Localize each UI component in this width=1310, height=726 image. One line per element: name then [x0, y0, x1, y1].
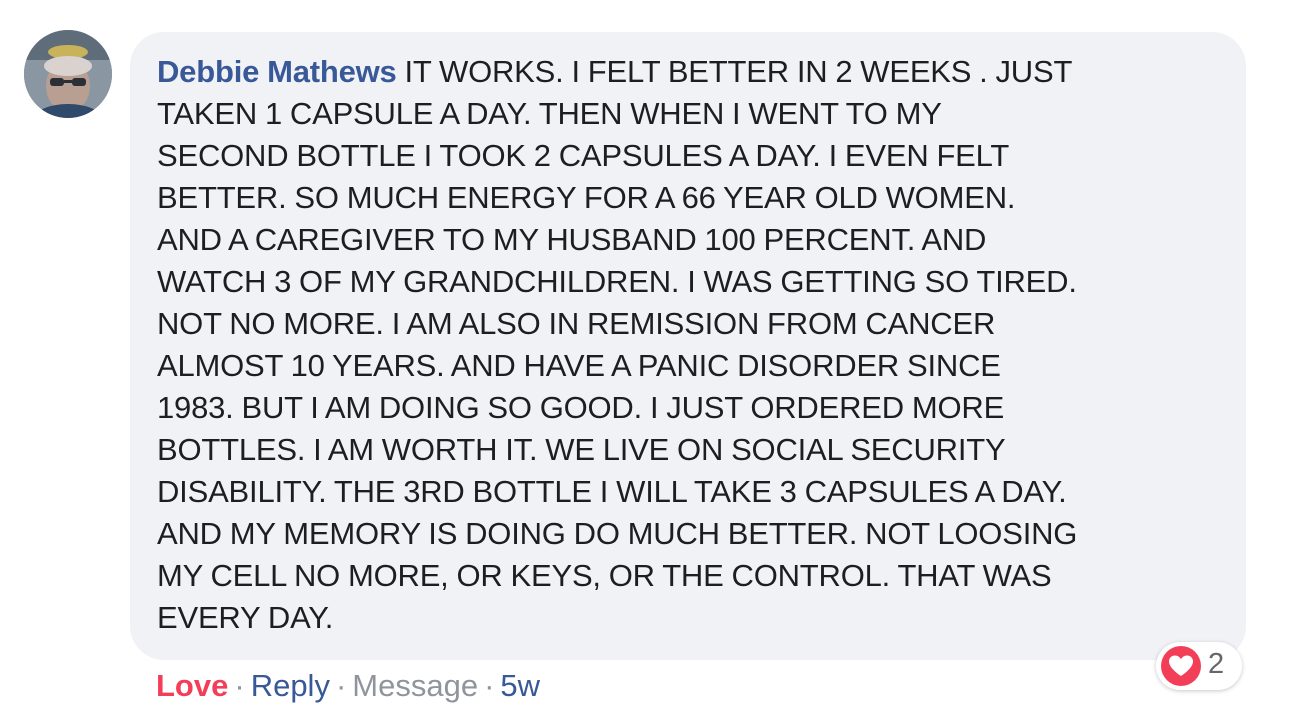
avatar[interactable]: [24, 30, 112, 118]
message-button[interactable]: Message: [352, 668, 478, 703]
comment-text-line: TAKEN 1 CAPSULE A DAY. THEN WHEN I WENT …: [157, 96, 942, 131]
separator-dot: ·: [484, 668, 495, 703]
profile-photo: [24, 30, 112, 118]
comment-timestamp[interactable]: 5w: [500, 668, 540, 703]
reaction-summary[interactable]: 2: [1156, 642, 1242, 690]
comment-text-line: ALMOST 10 YEARS. AND HAVE A PANIC DISORD…: [157, 348, 1001, 383]
separator-dot: ·: [335, 668, 347, 703]
comment-text-line: BOTTLES. I AM WORTH IT. WE LIVE ON SOCIA…: [157, 432, 1006, 467]
comment-text-line: IT WORKS. I FELT BETTER IN 2 WEEKS . JUS…: [404, 54, 1073, 89]
comment-text-line: SECOND BOTTLE I TOOK 2 CAPSULES A DAY. I…: [157, 138, 1010, 173]
comment-text-line: DISABILITY. THE 3RD BOTTLE I WILL TAKE 3…: [157, 474, 1067, 509]
comment-text-line: NOT NO MORE. I AM ALSO IN REMISSION FROM…: [157, 306, 996, 341]
comment-text-line: MY CELL NO MORE, OR KEYS, OR THE CONTROL…: [157, 558, 1052, 593]
love-heart-icon: [1161, 646, 1201, 686]
comment-text-line: WATCH 3 OF MY GRANDCHILDREN. I WAS GETTI…: [157, 264, 1077, 299]
comment-text-line: EVERY DAY.: [157, 600, 334, 635]
comment-bubble: Debbie Mathews IT WORKS. I FELT BETTER I…: [130, 32, 1246, 660]
reply-button[interactable]: Reply: [251, 668, 330, 703]
reaction-count: 2: [1208, 648, 1225, 680]
comment-text-line: 1983. BUT I AM DOING SO GOOD. I JUST ORD…: [157, 390, 1005, 425]
separator-dot: ·: [234, 668, 245, 703]
comment-body: Debbie Mathews IT WORKS. I FELT BETTER I…: [157, 51, 1224, 639]
comment-text-line: BETTER. SO MUCH ENERGY FOR A 66 YEAR OLD…: [157, 180, 1016, 215]
author-name[interactable]: Debbie Mathews: [157, 54, 397, 89]
comment-actions: Love · Reply · Message · 5w: [156, 666, 540, 706]
comment-text-line: AND A CAREGIVER TO MY HUSBAND 100 PERCEN…: [157, 222, 987, 257]
comment-text-line: AND MY MEMORY IS DOING DO MUCH BETTER. N…: [157, 516, 1078, 551]
love-button[interactable]: Love: [156, 668, 228, 703]
